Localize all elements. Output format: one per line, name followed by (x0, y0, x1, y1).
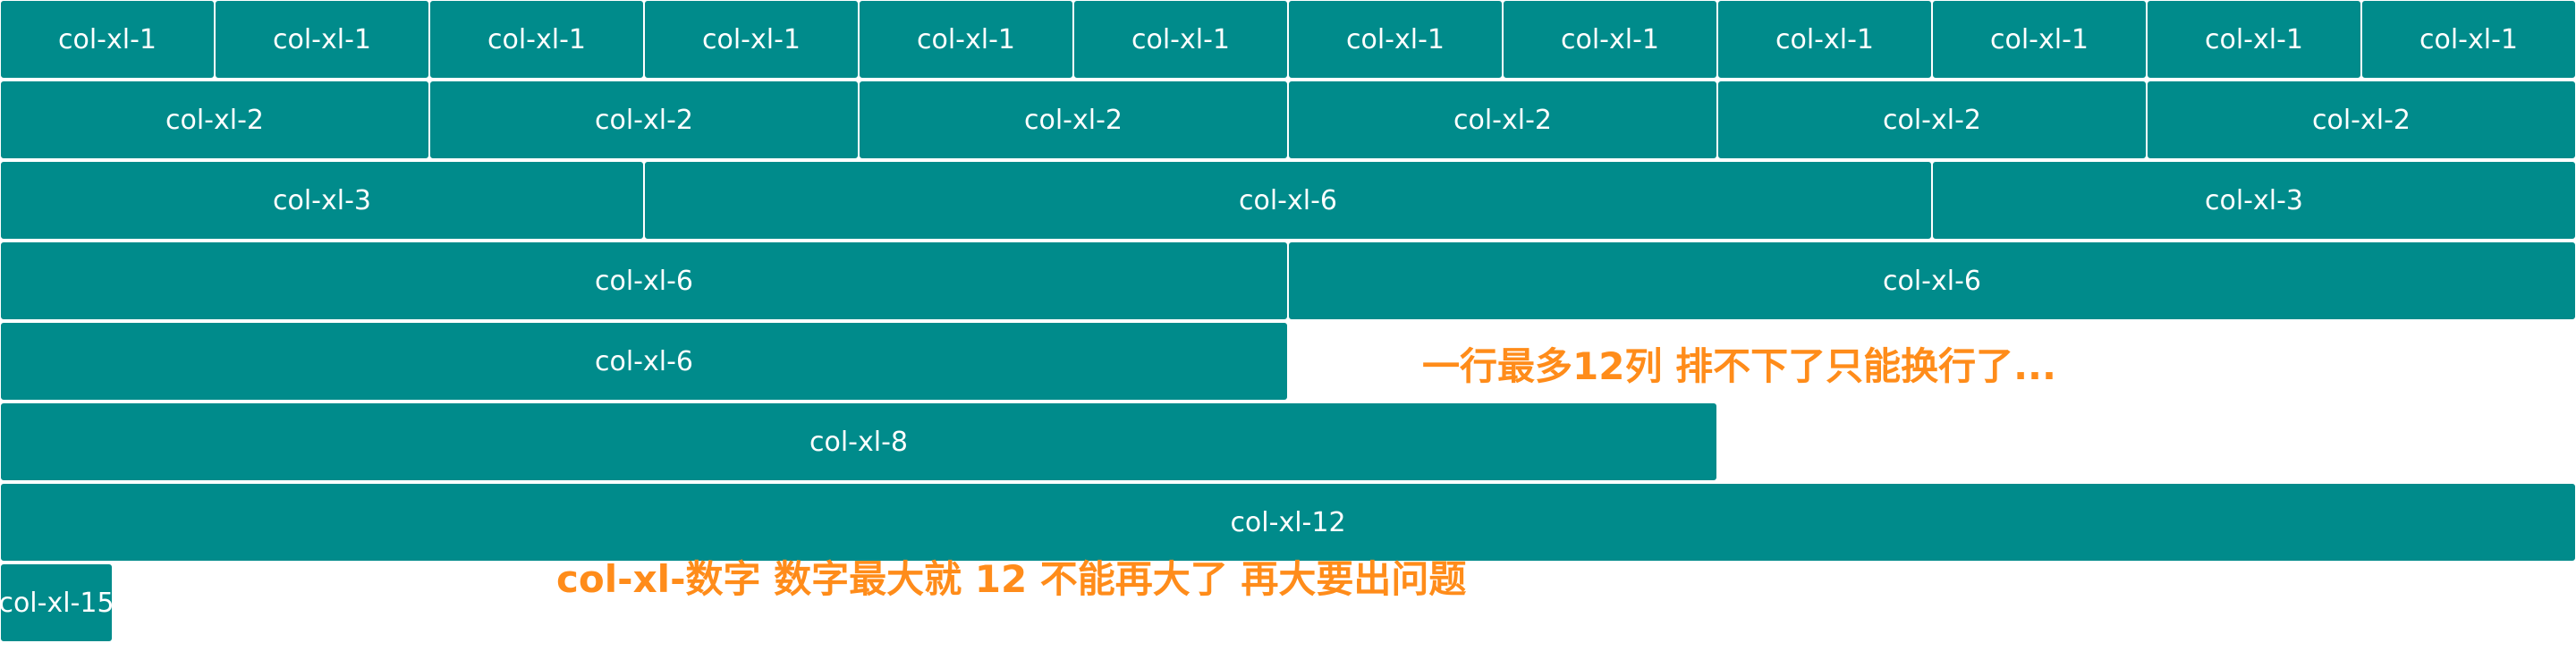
grid-cell: col-xl-12 (0, 483, 2576, 562)
grid-cell: col-xl-2 (0, 80, 429, 159)
grid-cell: col-xl-6 (0, 241, 1288, 320)
grid-row: col-xl-2 col-xl-2 col-xl-2 col-xl-2 col-xl-2… (0, 80, 2576, 161)
grid-cell: col-xl-1 (2147, 0, 2361, 79)
grid-cell: col-xl-1 (644, 0, 859, 79)
max-column-note: col-xl-数字 数字最大就 12 不能再大了 再大要出问题 (556, 557, 1467, 601)
grid-cell: col-xl-15 (0, 563, 114, 642)
row-overflow-note: 一行最多12列 排不下了只能换行了... (1422, 344, 2056, 388)
grid-cell: col-xl-1 (215, 0, 429, 79)
grid-cell: col-xl-3 (0, 161, 644, 240)
grid-cell: col-xl-8 (0, 402, 1717, 481)
grid-row: col-xl-6 col-xl-6 (0, 241, 2576, 322)
grid-cell: col-xl-6 (644, 161, 1932, 240)
grid-cell: col-xl-1 (1503, 0, 1717, 79)
grid-row: col-xl-12 (0, 483, 2576, 563)
grid-cell: col-xl-1 (2361, 0, 2576, 79)
grid-cell: col-xl-3 (1932, 161, 2576, 240)
grid-cell: col-xl-1 (1073, 0, 1288, 79)
grid-cell: col-xl-2 (1288, 80, 1717, 159)
grid-cell: col-xl-1 (0, 0, 215, 79)
grid-cell: col-xl-1 (1717, 0, 1932, 79)
grid-row: col-xl-8 (0, 402, 2576, 483)
grid-row: col-xl-1 col-xl-1 col-xl-1 col-xl-1 col-xl-1… (0, 0, 2576, 80)
grid-cell: col-xl-2 (429, 80, 859, 159)
grid-cell: col-xl-6 (1288, 241, 2576, 320)
grid-cell: col-xl-2 (1717, 80, 2147, 159)
grid-row: col-xl-3 col-xl-6 col-xl-3 (0, 161, 2576, 241)
grid-cell: col-xl-6 (0, 322, 1288, 401)
grid-cell: col-xl-1 (859, 0, 1073, 79)
grid-row: col-xl-6 (0, 322, 2576, 402)
grid-cell: col-xl-1 (429, 0, 644, 79)
grid-cell: col-xl-1 (1288, 0, 1503, 79)
grid-cell: col-xl-1 (1932, 0, 2147, 79)
grid-cell: col-xl-2 (859, 80, 1288, 159)
grid-cell: col-xl-2 (2147, 80, 2576, 159)
